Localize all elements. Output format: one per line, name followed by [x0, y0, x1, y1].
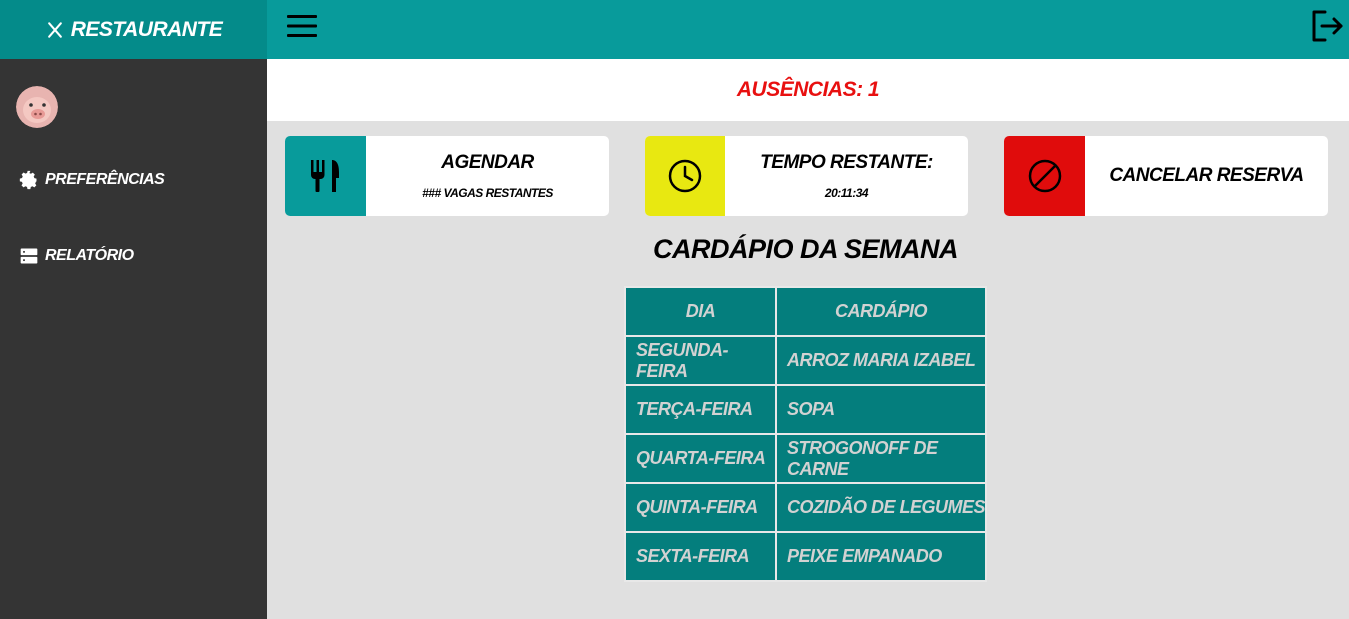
cancel-icon-box [1004, 136, 1085, 216]
day-cell: TERÇA-FEIRA [624, 384, 777, 435]
header-dia: DIA [624, 286, 777, 337]
table-row: QUINTA-FEIRA COZIDÃO DE LEGUMES [624, 482, 987, 533]
day-cell: SEGUNDA-FEIRA [624, 335, 777, 386]
time-icon-box [645, 136, 725, 216]
sidebar-item-label: RELATÓRIO [45, 247, 134, 264]
table-row: SEGUNDA-FEIRA ARROZ MARIA IZABEL [624, 335, 987, 386]
table-row: QUARTA-FEIRA STROGONOFF DE CARNE [624, 433, 987, 484]
dish-cell: COZIDÃO DE LEGUMES [775, 482, 987, 533]
schedule-card[interactable]: AGENDAR ### VAGAS RESTANTES [285, 136, 609, 216]
schedule-vacancies: ### VAGAS RESTANTES [422, 186, 553, 200]
hamburger-menu-icon[interactable] [287, 14, 317, 38]
day-cell: QUINTA-FEIRA [624, 482, 777, 533]
schedule-body: AGENDAR ### VAGAS RESTANTES [366, 136, 609, 216]
time-card: TEMPO RESTANTE: 20:11:34 [645, 136, 968, 216]
dish-cell: SOPA [775, 384, 987, 435]
time-remaining: 20:11:34 [824, 186, 869, 200]
time-body: TEMPO RESTANTE: 20:11:34 [725, 136, 968, 216]
day-cell: QUARTA-FEIRA [624, 433, 777, 484]
sidebar: RESTAURANTE PREFERÊNCIAS RELATÓRIO [0, 0, 267, 619]
fork-knife-icon [310, 160, 339, 192]
sidebar-item-relatorio[interactable]: RELATÓRIO [19, 246, 134, 266]
clock-icon [668, 159, 702, 193]
cancel-reservation-card[interactable]: CANCELAR RESERVA [1004, 136, 1328, 216]
avatar[interactable] [16, 86, 58, 128]
day-cell: SEXTA-FEIRA [624, 531, 777, 582]
table-header-row: DIA CARDÁPIO [624, 286, 987, 337]
table-row: TERÇA-FEIRA SOPA [624, 384, 987, 435]
cancel-title: CANCELAR RESERVA [1109, 165, 1304, 186]
server-icon [20, 248, 38, 264]
cancel-body: CANCELAR RESERVA [1085, 136, 1328, 216]
dish-cell: PEIXE EMPANADO [775, 531, 987, 582]
table-row: SEXTA-FEIRA PEIXE EMPANADO [624, 531, 987, 582]
brand[interactable]: RESTAURANTE [0, 0, 267, 59]
logout-icon[interactable] [1309, 8, 1345, 44]
schedule-icon-box [285, 136, 366, 216]
ban-icon [1028, 159, 1061, 193]
dish-cell: STROGONOFF DE CARNE [775, 433, 987, 484]
header-cardapio: CARDÁPIO [775, 286, 987, 337]
schedule-title: AGENDAR [441, 152, 534, 173]
dish-cell: ARROZ MARIA IZABEL [775, 335, 987, 386]
menu-title: CARDÁPIO DA SEMANA [652, 234, 959, 264]
utensils-icon [47, 21, 62, 38]
time-title: TEMPO RESTANTE: [760, 152, 933, 173]
brand-title: RESTAURANTE [70, 17, 223, 41]
topbar [267, 0, 1349, 59]
gear-icon [19, 170, 37, 190]
sidebar-item-label: PREFERÊNCIAS [45, 171, 165, 188]
sidebar-item-preferencias[interactable]: PREFERÊNCIAS [19, 170, 165, 190]
absence-text: AUSÊNCIAS: 1 [736, 78, 880, 101]
menu-table: DIA CARDÁPIO SEGUNDA-FEIRA ARROZ MARIA I… [624, 286, 987, 582]
absence-counter: AUSÊNCIAS: 1 [267, 59, 1349, 121]
